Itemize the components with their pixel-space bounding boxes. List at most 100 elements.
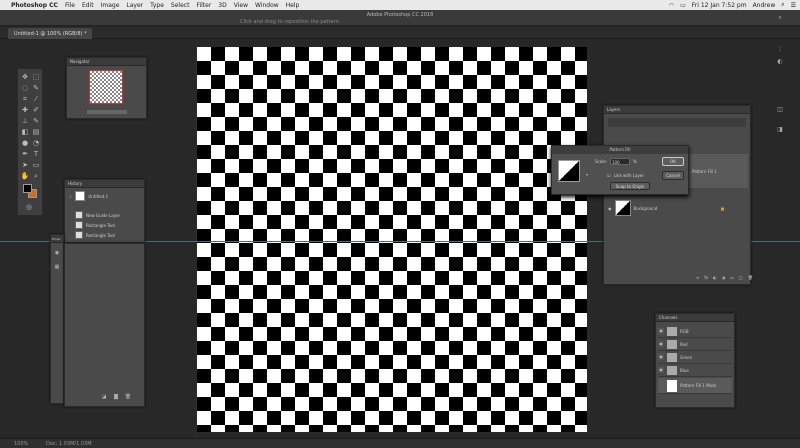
cancel-button[interactable]: Cancel xyxy=(662,171,684,180)
channels-title[interactable]: Channels xyxy=(656,314,734,322)
snapshot-button-icon[interactable]: ◪ xyxy=(99,393,109,402)
blur-tool-icon[interactable]: ● xyxy=(20,139,30,148)
menu-edit[interactable]: Edit xyxy=(82,2,94,9)
pen-tool-icon[interactable]: ✒ xyxy=(20,150,30,159)
scale-input[interactable]: 100 xyxy=(610,158,630,165)
search-icon[interactable]: ⌕ xyxy=(781,1,784,9)
collapsed-panel-title[interactable]: Props xyxy=(51,235,63,243)
options-hint: Click and drag to reposition the pattern… xyxy=(240,19,341,25)
fx-icon[interactable]: fx xyxy=(704,275,708,280)
shape-tool-icon[interactable]: ▭ xyxy=(31,161,41,170)
history-item[interactable]: Rectangle Tool xyxy=(75,221,115,229)
visibility-eye-icon[interactable]: ◉ xyxy=(658,354,664,360)
healing-brush-icon[interactable]: ✚ xyxy=(20,106,30,115)
panel-eye-icon[interactable]: ◉ xyxy=(52,249,62,258)
gradient-icon[interactable]: ▤ xyxy=(31,128,41,137)
ok-button[interactable]: OK xyxy=(662,157,684,166)
hand-tool-icon[interactable]: ✋ xyxy=(20,172,30,181)
panel-toggle-icon[interactable]: ⋮ xyxy=(776,46,784,54)
history-item[interactable]: Rectangle Tool xyxy=(75,231,115,239)
menu-list-icon[interactable]: ☰ xyxy=(791,2,796,9)
eraser-icon[interactable]: ◧ xyxy=(20,128,30,137)
navigator-panel: Navigator xyxy=(66,57,147,119)
channel-row[interactable]: ◉ Green xyxy=(658,351,732,364)
panel-pattern-icon[interactable]: ▦ xyxy=(52,263,62,272)
color-panel-icon[interactable]: ◐ xyxy=(776,58,784,66)
menu-layer[interactable]: Layer xyxy=(126,2,143,9)
trash-icon[interactable]: 🗑 xyxy=(123,393,133,402)
history-step-icon xyxy=(75,221,83,229)
eyedropper-icon[interactable]: ⁄ xyxy=(31,95,41,104)
navigator-title[interactable]: Navigator xyxy=(67,58,146,66)
mask-icon[interactable]: ◐ xyxy=(713,275,717,280)
menu-image[interactable]: Image xyxy=(101,2,120,9)
crop-tool-icon[interactable]: ⌗ xyxy=(20,95,30,104)
foreground-color-swatch[interactable] xyxy=(23,184,32,193)
channel-row[interactable]: ◉ Blue xyxy=(658,364,732,377)
menu-file[interactable]: File xyxy=(65,2,75,9)
menu-filter[interactable]: Filter xyxy=(196,2,211,9)
pattern-preview[interactable] xyxy=(558,160,580,182)
delete-layer-icon[interactable]: 🗑 xyxy=(748,275,753,280)
document-tab[interactable]: Untitled-1 @ 100% (RGB/8) * xyxy=(8,28,93,39)
marquee-tool-icon[interactable]: ⬚ xyxy=(31,73,41,82)
adjustment-icon[interactable]: ◑ xyxy=(722,275,726,280)
channel-row[interactable]: ◉ Red xyxy=(658,338,732,351)
checkerboard-canvas[interactable] xyxy=(197,47,587,432)
dodge-tool-icon[interactable]: ◔ xyxy=(31,139,41,148)
clock[interactable]: Fri 12 Jan 7:52 pm xyxy=(692,2,747,9)
zoom-tool-icon[interactable]: ⌕ xyxy=(31,172,41,181)
visibility-eye-icon[interactable]: ◉ xyxy=(658,341,664,347)
brush-tool-icon[interactable]: ✐ xyxy=(31,106,41,115)
visibility-eye-icon[interactable]: ◉ xyxy=(658,367,664,373)
menu-3d[interactable]: 3D xyxy=(218,2,226,9)
channel-row[interactable]: Pattern Fill 1 Mask xyxy=(658,378,732,394)
lasso-tool-icon[interactable]: ◌ xyxy=(20,84,30,93)
search-icon[interactable]: ⌕ xyxy=(776,14,784,22)
layers-panel-icon[interactable]: ◫ xyxy=(776,106,784,114)
channel-row[interactable]: ◉ RGB xyxy=(658,325,732,338)
link-layers-icon[interactable]: ∞ xyxy=(696,275,699,280)
type-tool-icon[interactable]: T xyxy=(31,150,41,159)
history-item[interactable]: New Guide Layer xyxy=(75,211,120,219)
channel-name: Pattern Fill 1 Mask xyxy=(680,383,717,388)
folder-icon[interactable]: ▭ xyxy=(730,275,734,280)
menu-type[interactable]: Type xyxy=(150,2,164,9)
layer-filter-bar[interactable] xyxy=(608,118,746,127)
mask-thumbnail xyxy=(667,379,677,392)
clone-stamp-icon[interactable]: ⊥ xyxy=(20,117,30,126)
move-tool-icon[interactable]: ✥ xyxy=(20,73,30,82)
zoom-level[interactable]: 100% xyxy=(14,441,28,447)
navigator-preview[interactable] xyxy=(89,70,123,104)
layers-title[interactable]: Layers xyxy=(604,106,750,114)
zoom-slider[interactable] xyxy=(87,110,127,114)
battery-icon[interactable]: ▭ xyxy=(680,2,686,9)
path-select-icon[interactable]: ➤ xyxy=(20,161,30,170)
background-layer-row[interactable]: ◉ Background 🔒 xyxy=(608,200,725,216)
history-brush-icon[interactable]: ✎ xyxy=(31,117,41,126)
history-title[interactable]: History xyxy=(65,180,144,188)
history-panel-body: ◪ ◙ 🗑 xyxy=(64,243,145,407)
new-layer-icon[interactable]: ▢ xyxy=(739,275,743,280)
document-tab-strip: Untitled-1 @ 100% (RGB/8) * xyxy=(0,27,800,39)
visibility-eye-icon[interactable]: ◉ xyxy=(608,206,612,211)
options-bar: Adobe Photoshop CC 2018 Click and drag t… xyxy=(0,10,800,26)
channels-panel-icon[interactable]: ◨ xyxy=(776,126,784,134)
menu-view[interactable]: View xyxy=(234,2,248,9)
layer-name: Pattern Fill 1 xyxy=(692,168,717,174)
app-menu[interactable]: Photoshop CC xyxy=(11,2,58,9)
mask-slot-icon xyxy=(658,383,664,389)
visibility-eye-icon[interactable]: ◉ xyxy=(658,328,664,334)
wifi-icon[interactable]: ◠ xyxy=(669,2,674,9)
snap-to-origin-button[interactable]: Snap to Origin xyxy=(610,182,650,190)
link-with-layer-checkbox[interactable]: ☑ Link with Layer xyxy=(607,173,644,178)
camera-icon[interactable]: ◙ xyxy=(111,393,121,402)
user-name[interactable]: Andrew xyxy=(753,2,776,9)
menu-window[interactable]: Window xyxy=(255,2,279,9)
quick-mask-icon[interactable]: ◎ xyxy=(24,203,34,212)
menu-help[interactable]: Help xyxy=(286,2,300,9)
history-snapshot[interactable]: ✓ Untitled-1 xyxy=(69,191,108,201)
menu-select[interactable]: Select xyxy=(171,2,190,9)
pattern-dropdown-icon[interactable]: ▾ xyxy=(582,170,592,179)
quick-select-icon[interactable]: ✎ xyxy=(31,84,41,93)
